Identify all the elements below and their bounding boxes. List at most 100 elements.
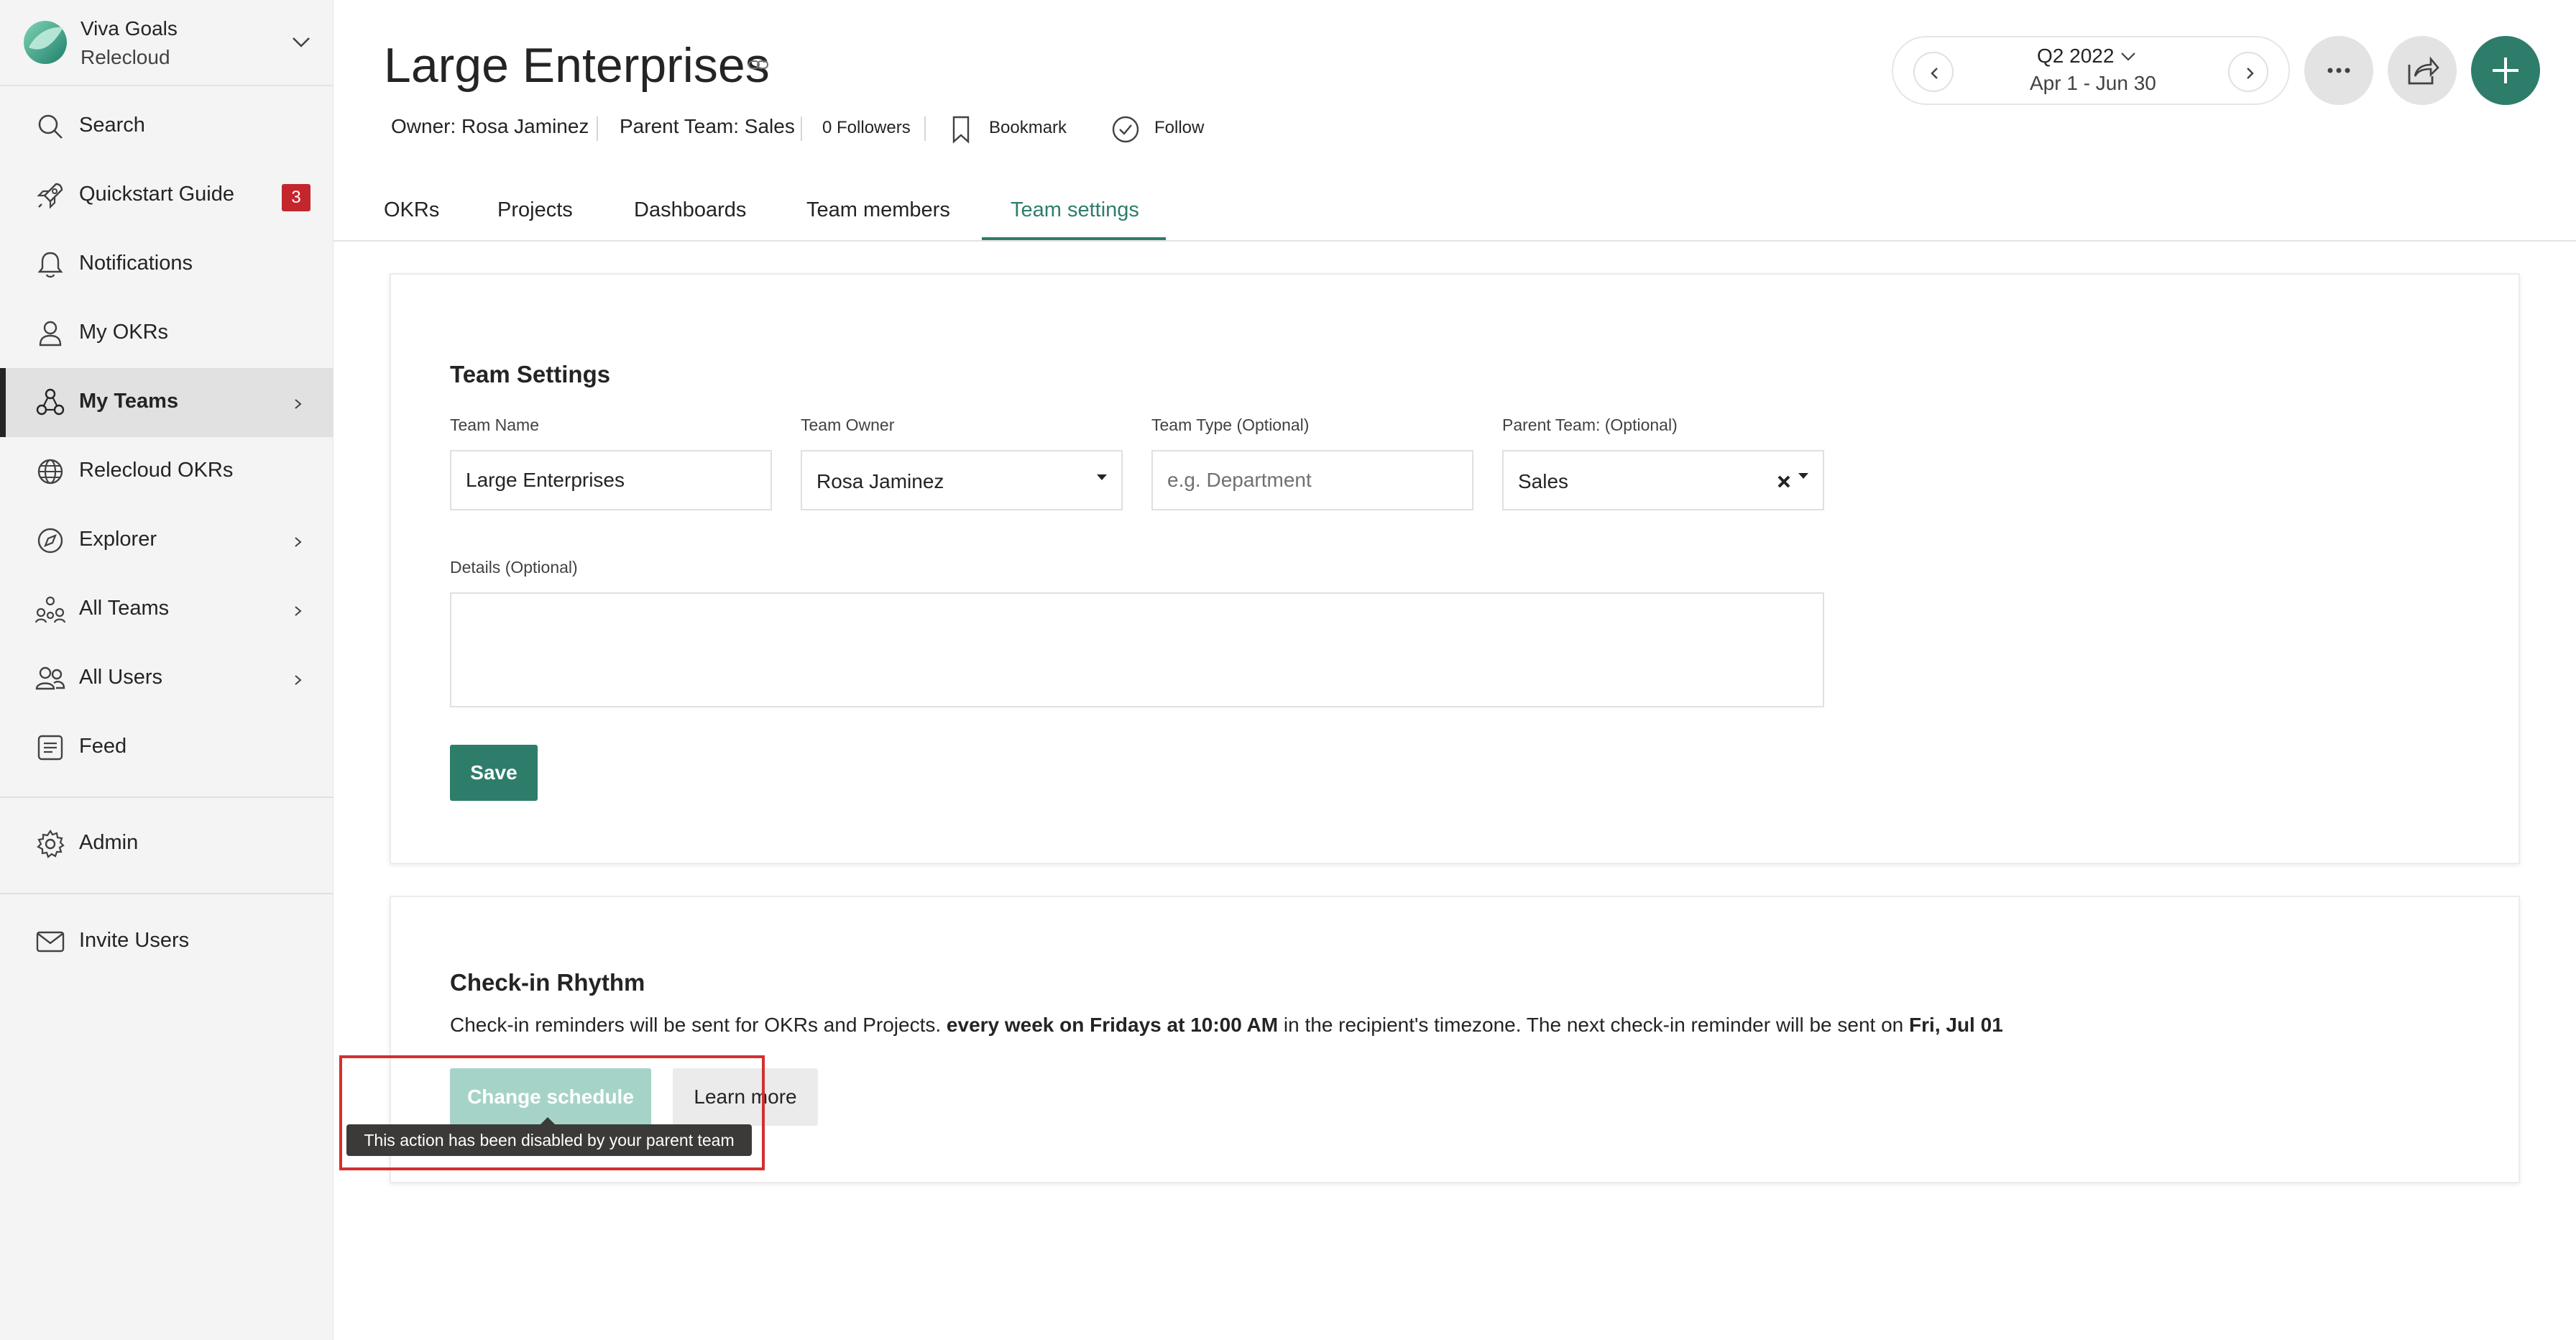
details-label: Details (Optional) bbox=[450, 558, 578, 577]
chevron-down-icon bbox=[2121, 52, 2135, 61]
compass-icon bbox=[37, 528, 63, 554]
rocket-icon bbox=[37, 183, 63, 209]
sidebar-item-label: Search bbox=[79, 114, 145, 137]
bell-icon bbox=[37, 252, 63, 278]
sidebar-item-label: Admin bbox=[79, 831, 139, 854]
team-name-label: Team Name bbox=[450, 416, 539, 434]
next-period-button[interactable] bbox=[2228, 52, 2268, 92]
team-owner-text: Owner: Rosa Jaminez bbox=[391, 115, 589, 137]
disabled-action-tooltip: This action has been disabled by your pa… bbox=[346, 1124, 752, 1156]
link-icon[interactable] bbox=[748, 58, 769, 72]
checkin-schedule: every week on Fridays at 10:00 AM bbox=[946, 1014, 1279, 1036]
sidebar-item-label: Invite Users bbox=[79, 929, 190, 952]
dropdown-caret-icon bbox=[1798, 473, 1808, 479]
previous-period-button[interactable] bbox=[1913, 52, 1954, 92]
team-name-input[interactable] bbox=[450, 450, 772, 510]
sidebar: Viva Goals Relecloud Search Quickstart G… bbox=[0, 0, 334, 1340]
app-name: Viva Goals bbox=[80, 17, 178, 40]
meta-divider bbox=[924, 116, 926, 141]
notification-badge: 3 bbox=[282, 184, 310, 211]
follow-button[interactable]: Follow bbox=[1111, 115, 1255, 144]
share-icon bbox=[2408, 56, 2439, 85]
tab-dashboards[interactable]: Dashboards bbox=[634, 198, 746, 222]
details-textarea[interactable] bbox=[450, 592, 1824, 707]
sidebar-divider bbox=[0, 893, 334, 894]
sidebar-item-label: All Teams bbox=[79, 597, 170, 620]
chevron-left-icon bbox=[1931, 68, 1938, 79]
checkin-description: Check-in reminders will be sent for OKRs… bbox=[450, 1014, 2003, 1037]
sidebar-item-my-teams[interactable]: My Teams bbox=[0, 368, 334, 437]
tab-bar: OKRs Projects Dashboards Team members Te… bbox=[334, 180, 2576, 242]
plus-icon bbox=[2493, 58, 2518, 83]
parent-team-label: Parent Team: (Optional) bbox=[1502, 416, 1678, 434]
parent-team-link[interactable]: Parent Team: Sales bbox=[620, 115, 795, 138]
sidebar-item-quickstart-guide[interactable]: Quickstart Guide 3 bbox=[0, 161, 334, 230]
period-selector[interactable]: Q2 2022 Apr 1 - Jun 30 bbox=[1892, 36, 2290, 105]
gear-icon bbox=[37, 829, 65, 858]
checkin-text-part: in the recipient's timezone. The next ch… bbox=[1278, 1014, 1910, 1036]
sidebar-item-explorer[interactable]: Explorer bbox=[0, 506, 334, 575]
period-quarter: Q2 2022 bbox=[2037, 45, 2115, 67]
sidebar-item-admin[interactable]: Admin bbox=[0, 809, 334, 878]
chevron-right-icon bbox=[295, 606, 302, 616]
tab-okrs[interactable]: OKRs bbox=[384, 198, 439, 222]
checkin-text-part: Check-in reminders will be sent for OKRs… bbox=[450, 1014, 947, 1036]
mail-icon bbox=[36, 931, 65, 953]
save-button[interactable]: Save bbox=[450, 745, 538, 801]
sidebar-item-search[interactable]: Search bbox=[0, 92, 334, 161]
dropdown-caret-icon bbox=[1097, 474, 1107, 480]
sidebar-item-my-okrs[interactable]: My OKRs bbox=[0, 299, 334, 368]
chevron-down-icon bbox=[293, 37, 310, 47]
sidebar-item-all-users[interactable]: All Users bbox=[0, 644, 334, 713]
sidebar-divider bbox=[0, 797, 334, 798]
share-button[interactable] bbox=[2388, 36, 2457, 105]
org-name: Relecloud bbox=[80, 46, 170, 68]
add-button[interactable] bbox=[2471, 36, 2540, 105]
sidebar-item-notifications[interactable]: Notifications bbox=[0, 230, 334, 299]
learn-more-button[interactable]: Learn more bbox=[673, 1068, 818, 1126]
period-range: Apr 1 - Jun 30 bbox=[2030, 72, 2156, 94]
team-owner-select[interactable]: Rosa Jaminez bbox=[801, 450, 1123, 510]
tab-team-settings[interactable]: Team settings bbox=[1011, 198, 1139, 222]
chevron-right-icon bbox=[295, 537, 302, 547]
sidebar-item-label: Explorer bbox=[79, 528, 157, 551]
viva-goals-logo-icon bbox=[24, 21, 67, 64]
team-owner-value: Rosa Jaminez bbox=[816, 470, 944, 492]
team-type-label: Team Type (Optional) bbox=[1151, 416, 1310, 434]
tooltip-arrow bbox=[540, 1117, 555, 1124]
page-title: Large Enterprises bbox=[384, 38, 770, 93]
parent-team-select[interactable]: Sales bbox=[1502, 450, 1824, 510]
check-circle-icon bbox=[1112, 116, 1139, 143]
tab-team-members[interactable]: Team members bbox=[806, 198, 950, 222]
person-icon bbox=[39, 321, 62, 347]
sidebar-item-invite-users[interactable]: Invite Users bbox=[0, 907, 334, 976]
sidebar-item-all-teams[interactable]: All Teams bbox=[0, 575, 334, 644]
sidebar-item-relecloud-okrs[interactable]: Relecloud OKRs bbox=[0, 437, 334, 506]
next-checkin-date: Fri, Jul 01 bbox=[1909, 1014, 2003, 1036]
active-tab-indicator bbox=[982, 237, 1166, 240]
search-icon bbox=[38, 114, 63, 139]
team-settings-title: Team Settings bbox=[450, 361, 611, 387]
globe-icon bbox=[37, 459, 63, 485]
team-type-input[interactable] bbox=[1151, 450, 1473, 510]
bookmark-label: Bookmark bbox=[989, 118, 1067, 137]
team-icon bbox=[36, 388, 65, 416]
sidebar-item-label: Feed bbox=[79, 735, 127, 758]
clear-icon[interactable] bbox=[1775, 473, 1793, 490]
people-group-icon bbox=[34, 596, 66, 623]
meta-divider bbox=[597, 116, 598, 141]
more-horizontal-icon bbox=[2327, 68, 2350, 73]
app-switcher[interactable]: Viva Goals Relecloud bbox=[0, 0, 334, 86]
people-icon bbox=[35, 666, 65, 690]
sidebar-item-label: Relecloud OKRs bbox=[79, 459, 234, 482]
checkin-rhythm-title: Check-in Rhythm bbox=[450, 969, 645, 996]
more-options-button[interactable] bbox=[2304, 36, 2373, 105]
sidebar-item-label: My OKRs bbox=[79, 321, 169, 344]
tab-projects[interactable]: Projects bbox=[497, 198, 573, 222]
followers-count[interactable]: 0 Followers bbox=[822, 118, 911, 138]
sidebar-item-feed[interactable]: Feed bbox=[0, 713, 334, 782]
chevron-right-icon bbox=[295, 675, 302, 685]
bookmark-icon bbox=[952, 116, 970, 144]
sidebar-item-label: Quickstart Guide bbox=[79, 183, 234, 206]
sidebar-item-label: My Teams bbox=[79, 390, 179, 413]
